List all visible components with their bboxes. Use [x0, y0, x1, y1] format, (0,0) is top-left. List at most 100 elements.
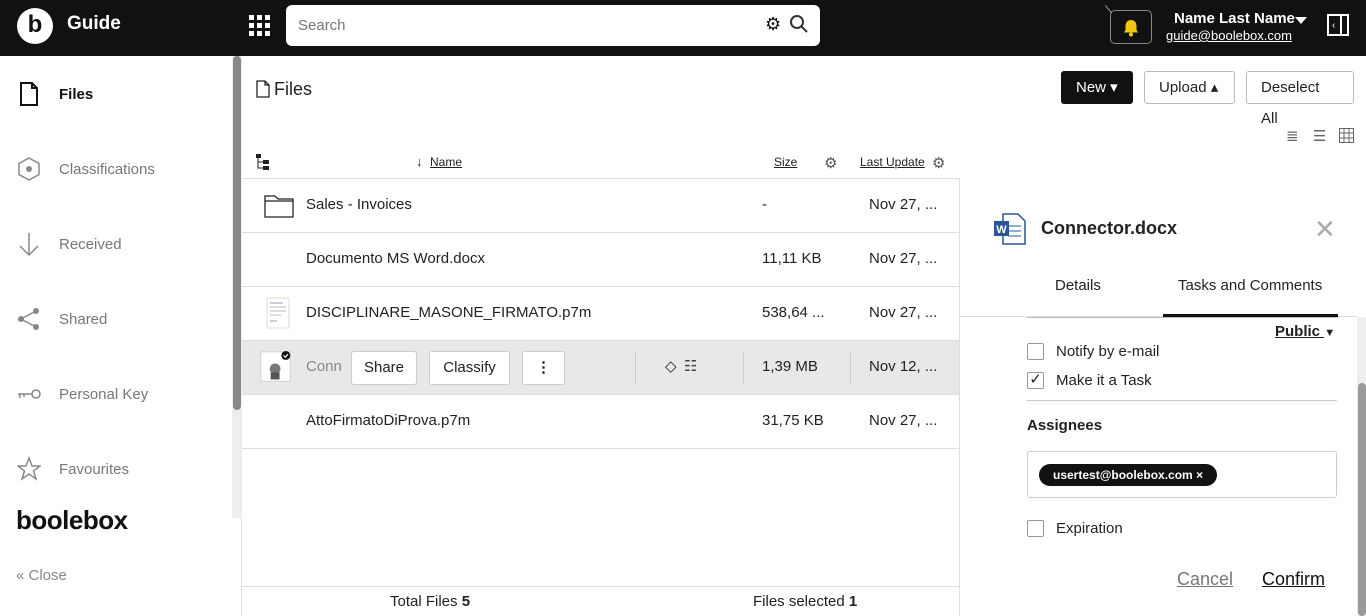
tree-view-icon[interactable]	[255, 153, 271, 171]
size-column-settings-gear-icon[interactable]: ⚙	[824, 154, 837, 172]
search-settings-gear-icon[interactable]: ⚙	[765, 14, 781, 35]
remove-chip-icon[interactable]: ×	[1196, 468, 1203, 482]
date-column-settings-gear-icon[interactable]: ⚙	[932, 154, 945, 172]
detail-scrollbar[interactable]	[1357, 317, 1366, 616]
table-row[interactable]: AttoFirmatoDiProva.p7m 31,75 KB Nov 27, …	[242, 395, 959, 449]
total-files: Total Files 5	[390, 593, 471, 610]
divider	[850, 351, 851, 385]
column-header-name[interactable]: Name	[430, 155, 462, 169]
tag-icon[interactable]: ◇	[665, 357, 677, 375]
arrow-down-icon	[19, 233, 39, 257]
sidebar-item-favourites[interactable]: Favourites	[0, 450, 232, 490]
breadcrumb-files[interactable]: Files	[274, 79, 312, 99]
sidebar-item-label: Favourites	[59, 461, 130, 478]
file-name[interactable]: Conn	[306, 358, 346, 375]
notify-email-checkbox[interactable]	[1027, 343, 1044, 360]
comment-field-edge	[1027, 317, 1337, 318]
user-email[interactable]: guide@boolebox.com	[1166, 28, 1292, 43]
user-name[interactable]: Name Last Name	[1174, 10, 1295, 27]
bell-icon	[1124, 20, 1138, 37]
classify-button[interactable]: Classify	[429, 351, 510, 385]
file-icon	[20, 82, 38, 106]
column-header-size[interactable]: Size	[774, 155, 797, 169]
caret-down-icon: ▼	[1324, 327, 1336, 339]
document-thumbnail-icon	[266, 297, 290, 329]
share-button[interactable]: Share	[351, 351, 417, 385]
word-document-icon: W	[994, 213, 1026, 245]
app-logo[interactable]: b	[17, 8, 53, 44]
column-header-last-update[interactable]: Last Update	[860, 155, 925, 169]
file-name[interactable]: DISCIPLINARE_MASONE_FIRMATO.p7m	[306, 304, 591, 321]
boolebox-logo: boolebox	[16, 505, 128, 535]
sidebar-scrollbar-thumb[interactable]	[233, 56, 241, 410]
file-size: 11,11 KB	[762, 250, 822, 267]
share-icon	[18, 308, 39, 330]
sidebar-item-shared[interactable]: Shared	[0, 300, 232, 340]
close-icon[interactable]: ✕	[1314, 214, 1336, 245]
deselect-all-button[interactable]: Deselect All	[1246, 71, 1354, 127]
list-view-icon[interactable]: ☰	[1313, 127, 1326, 145]
more-options-button[interactable]: ⋮	[522, 351, 565, 385]
list-footer: Total Files 5 Files selected 1	[242, 586, 959, 616]
sidebar-close-button[interactable]: « Close	[16, 567, 67, 584]
double-chevron-left-icon: «	[16, 567, 25, 584]
sidebar-scrollbar[interactable]	[232, 56, 242, 518]
tab-tasks-and-comments[interactable]: Tasks and Comments	[1178, 277, 1322, 294]
user-menu-caret-icon[interactable]	[1295, 17, 1307, 24]
breadcrumb: Files	[256, 79, 312, 100]
detail-panel: W Connector.docx ✕ Details Tasks and Com…	[959, 178, 1366, 616]
search-icon[interactable]	[789, 14, 809, 34]
upload-button[interactable]: Upload ▴	[1144, 71, 1235, 104]
compact-list-view-icon[interactable]: ≣	[1286, 127, 1299, 145]
file-name[interactable]: Documento MS Word.docx	[306, 250, 485, 267]
sidebar-item-files[interactable]: Files	[0, 75, 232, 115]
confirm-button[interactable]: Confirm	[1262, 569, 1325, 590]
visibility-dropdown[interactable]: Public ▼	[1275, 323, 1335, 340]
file-date: Nov 27, ...	[869, 250, 938, 267]
cancel-button[interactable]: Cancel	[1177, 569, 1233, 590]
sidebar-item-label: Shared	[59, 311, 108, 328]
toggle-panel-icon[interactable]: ‹	[1327, 14, 1349, 36]
assignees-label: Assignees	[1027, 417, 1103, 434]
apps-grid-icon[interactable]	[249, 15, 271, 37]
sidebar-item-classifications[interactable]: Classifications	[0, 150, 232, 190]
close-label: Close	[28, 567, 67, 584]
sidebar: Files Classifications Received Shared Pe…	[0, 56, 242, 616]
table-row[interactable]: Sales - Invoices - Nov 27, ...	[242, 179, 959, 233]
key-icon	[18, 389, 41, 399]
make-task-label: Make it a Task	[1056, 372, 1152, 389]
expiration-checkbox[interactable]	[1027, 520, 1044, 537]
divider	[1027, 400, 1337, 401]
file-date: Nov 27, ...	[869, 304, 938, 321]
sidebar-item-label: Files	[59, 86, 94, 103]
file-size: 31,75 KB	[762, 412, 824, 429]
folder-icon	[264, 195, 294, 218]
table-row[interactable]: DISCIPLINARE_MASONE_FIRMATO.p7m 538,64 .…	[242, 287, 959, 341]
sort-down-arrow-icon: ↓	[416, 154, 423, 169]
grid-view-icon[interactable]	[1339, 128, 1354, 143]
notify-email-label: Notify by e-mail	[1056, 343, 1160, 360]
search-input[interactable]	[298, 14, 748, 36]
detail-title: Connector.docx	[1041, 218, 1178, 238]
assignees-input[interactable]: usertest@boolebox.com ×	[1027, 451, 1337, 498]
notifications-button[interactable]: ⟍	[1105, 5, 1152, 44]
sidebar-item-received[interactable]: Received	[0, 225, 232, 265]
table-row-selected[interactable]: Conn Share Classify ⋮ ◇ ☷ 1,39 MB Nov 12…	[242, 341, 959, 395]
file-name[interactable]: Sales - Invoices	[306, 196, 412, 213]
divider	[635, 351, 636, 385]
make-task-checkbox[interactable]: ✓	[1027, 372, 1044, 389]
top-bar: b Guide ⚙ ⟍ Name Last Name guide@boolebo…	[0, 0, 1366, 56]
expiration-label: Expiration	[1056, 520, 1123, 537]
file-name[interactable]: AttoFirmatoDiProva.p7m	[306, 412, 470, 429]
new-button[interactable]: New ▾	[1061, 71, 1133, 104]
checklist-icon[interactable]: ☷	[684, 357, 697, 375]
hexagon-icon	[18, 157, 40, 181]
tab-details[interactable]: Details	[1055, 277, 1101, 294]
image-thumbnail-icon	[260, 351, 291, 382]
table-row[interactable]: Documento MS Word.docx 11,11 KB Nov 27, …	[242, 233, 959, 287]
assignee-chip[interactable]: usertest@boolebox.com ×	[1039, 464, 1218, 486]
svg-text:W: W	[996, 224, 1007, 236]
file-size: 538,64 ...	[762, 304, 825, 321]
sidebar-item-personal-key[interactable]: Personal Key	[0, 375, 232, 415]
detail-scrollbar-thumb[interactable]	[1358, 383, 1366, 616]
